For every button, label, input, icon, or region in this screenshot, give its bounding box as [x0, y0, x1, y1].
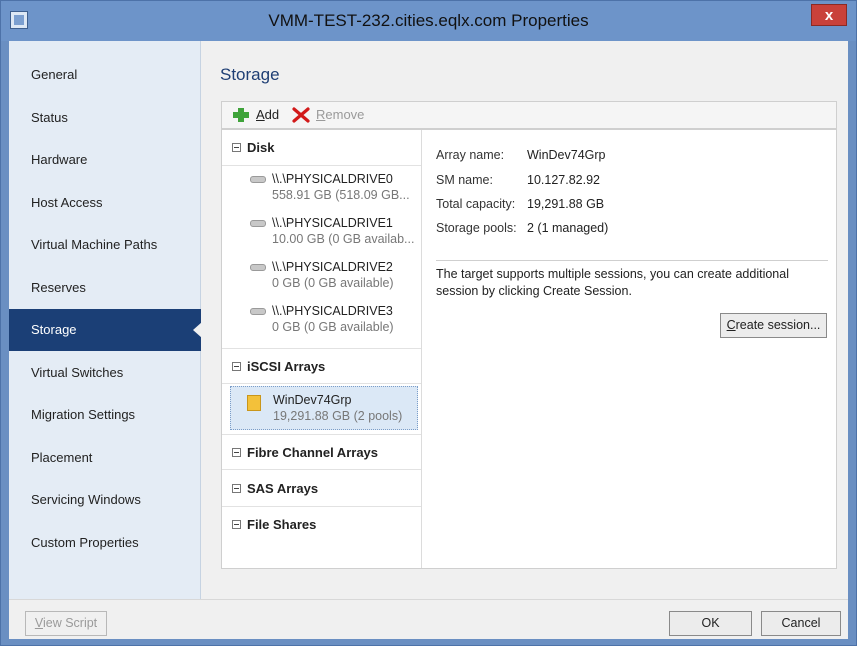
- collapse-icon[interactable]: [232, 484, 241, 493]
- dialog-footer: View Script OK Cancel: [9, 599, 848, 639]
- sm-name-row: SM name: 10.127.82.92: [436, 173, 600, 187]
- collapse-icon[interactable]: [232, 143, 241, 152]
- storage-tree: Disk \\.\PHYSICALDRIVE0 558.91 GB (518.0…: [222, 130, 422, 568]
- page-title: Storage: [220, 65, 280, 84]
- tree-group-file-shares[interactable]: File Shares: [222, 507, 421, 543]
- nav-item-placement[interactable]: Placement: [9, 437, 201, 479]
- nav-item-hardware[interactable]: Hardware: [9, 139, 201, 181]
- nav-item-virtual-switches[interactable]: Virtual Switches: [9, 352, 201, 394]
- storage-content: Disk \\.\PHYSICALDRIVE0 558.91 GB (518.0…: [221, 129, 837, 569]
- create-session-button[interactable]: Create session...: [720, 313, 827, 338]
- window-title: VMM-TEST-232.cities.eqlx.com Properties: [268, 11, 589, 30]
- storage-toolbar: Add Remove: [221, 101, 837, 129]
- tree-item-physicaldrive1[interactable]: \\.\PHYSICALDRIVE1 10.00 GB (0 GB availa…: [230, 210, 418, 254]
- nav-item-host-access[interactable]: Host Access: [9, 182, 201, 224]
- collapse-icon[interactable]: [232, 448, 241, 457]
- nav-item-storage[interactable]: Storage: [9, 309, 202, 351]
- tree-item-physicaldrive0[interactable]: \\.\PHYSICALDRIVE0 558.91 GB (518.09 GB.…: [230, 166, 418, 210]
- collapse-icon[interactable]: [232, 520, 241, 529]
- cancel-button[interactable]: Cancel: [761, 611, 841, 636]
- storage-page: Storage Add Remove Disk \\.\PHYSICALDRIV…: [202, 41, 848, 599]
- add-label: Add: [256, 107, 280, 122]
- nav-item-servicing-windows[interactable]: Servicing Windows: [9, 479, 201, 521]
- collapse-icon[interactable]: [232, 362, 241, 371]
- tree-group-sas-arrays[interactable]: SAS Arrays: [222, 471, 421, 507]
- properties-window: VMM-TEST-232.cities.eqlx.com Properties …: [0, 0, 857, 646]
- close-button[interactable]: x: [811, 4, 847, 26]
- folder-icon: [247, 395, 261, 411]
- remove-icon: [292, 107, 310, 123]
- add-icon: [233, 108, 249, 122]
- nav-item-virtual-machine-paths[interactable]: Virtual Machine Paths: [9, 224, 201, 266]
- drive-icon: [250, 176, 266, 183]
- add-button[interactable]: Add: [232, 107, 279, 125]
- drive-icon: [250, 308, 266, 315]
- ok-button[interactable]: OK: [669, 611, 752, 636]
- drive-icon: [250, 220, 266, 227]
- drive-icon: [250, 264, 266, 271]
- tree-item-windev74grp[interactable]: WinDev74Grp 19,291.88 GB (2 pools): [230, 386, 418, 430]
- nav-item-general[interactable]: General: [9, 54, 201, 96]
- dialog-client: General Status Hardware Host Access Virt…: [9, 41, 848, 639]
- view-script-button[interactable]: View Script: [25, 611, 107, 636]
- nav-item-migration-settings[interactable]: Migration Settings: [9, 394, 201, 436]
- remove-label: Remove: [316, 107, 365, 122]
- tree-group-iscsi-arrays[interactable]: iSCSI Arrays: [222, 348, 421, 384]
- remove-button[interactable]: Remove: [292, 107, 364, 125]
- details-divider: [436, 260, 828, 261]
- tree-group-disk[interactable]: Disk: [222, 130, 421, 166]
- title-bar[interactable]: VMM-TEST-232.cities.eqlx.com Properties …: [1, 1, 856, 41]
- nav-item-status[interactable]: Status: [9, 97, 201, 139]
- array-name-row: Array name: WinDev74Grp: [436, 148, 606, 162]
- tree-item-physicaldrive3[interactable]: \\.\PHYSICALDRIVE3 0 GB (0 GB available): [230, 298, 418, 342]
- nav-sidebar: General Status Hardware Host Access Virt…: [9, 41, 202, 599]
- tree-item-physicaldrive2[interactable]: \\.\PHYSICALDRIVE2 0 GB (0 GB available): [230, 254, 418, 298]
- nav-item-reserves[interactable]: Reserves: [9, 267, 201, 309]
- tree-group-fibre-channel-arrays[interactable]: Fibre Channel Arrays: [222, 434, 421, 470]
- storage-pools-row: Storage pools: 2 (1 managed): [436, 221, 609, 235]
- nav-item-custom-properties[interactable]: Custom Properties: [9, 522, 201, 564]
- session-info-text: The target supports multiple sessions, y…: [436, 267, 789, 298]
- total-capacity-row: Total capacity: 19,291.88 GB: [436, 197, 605, 211]
